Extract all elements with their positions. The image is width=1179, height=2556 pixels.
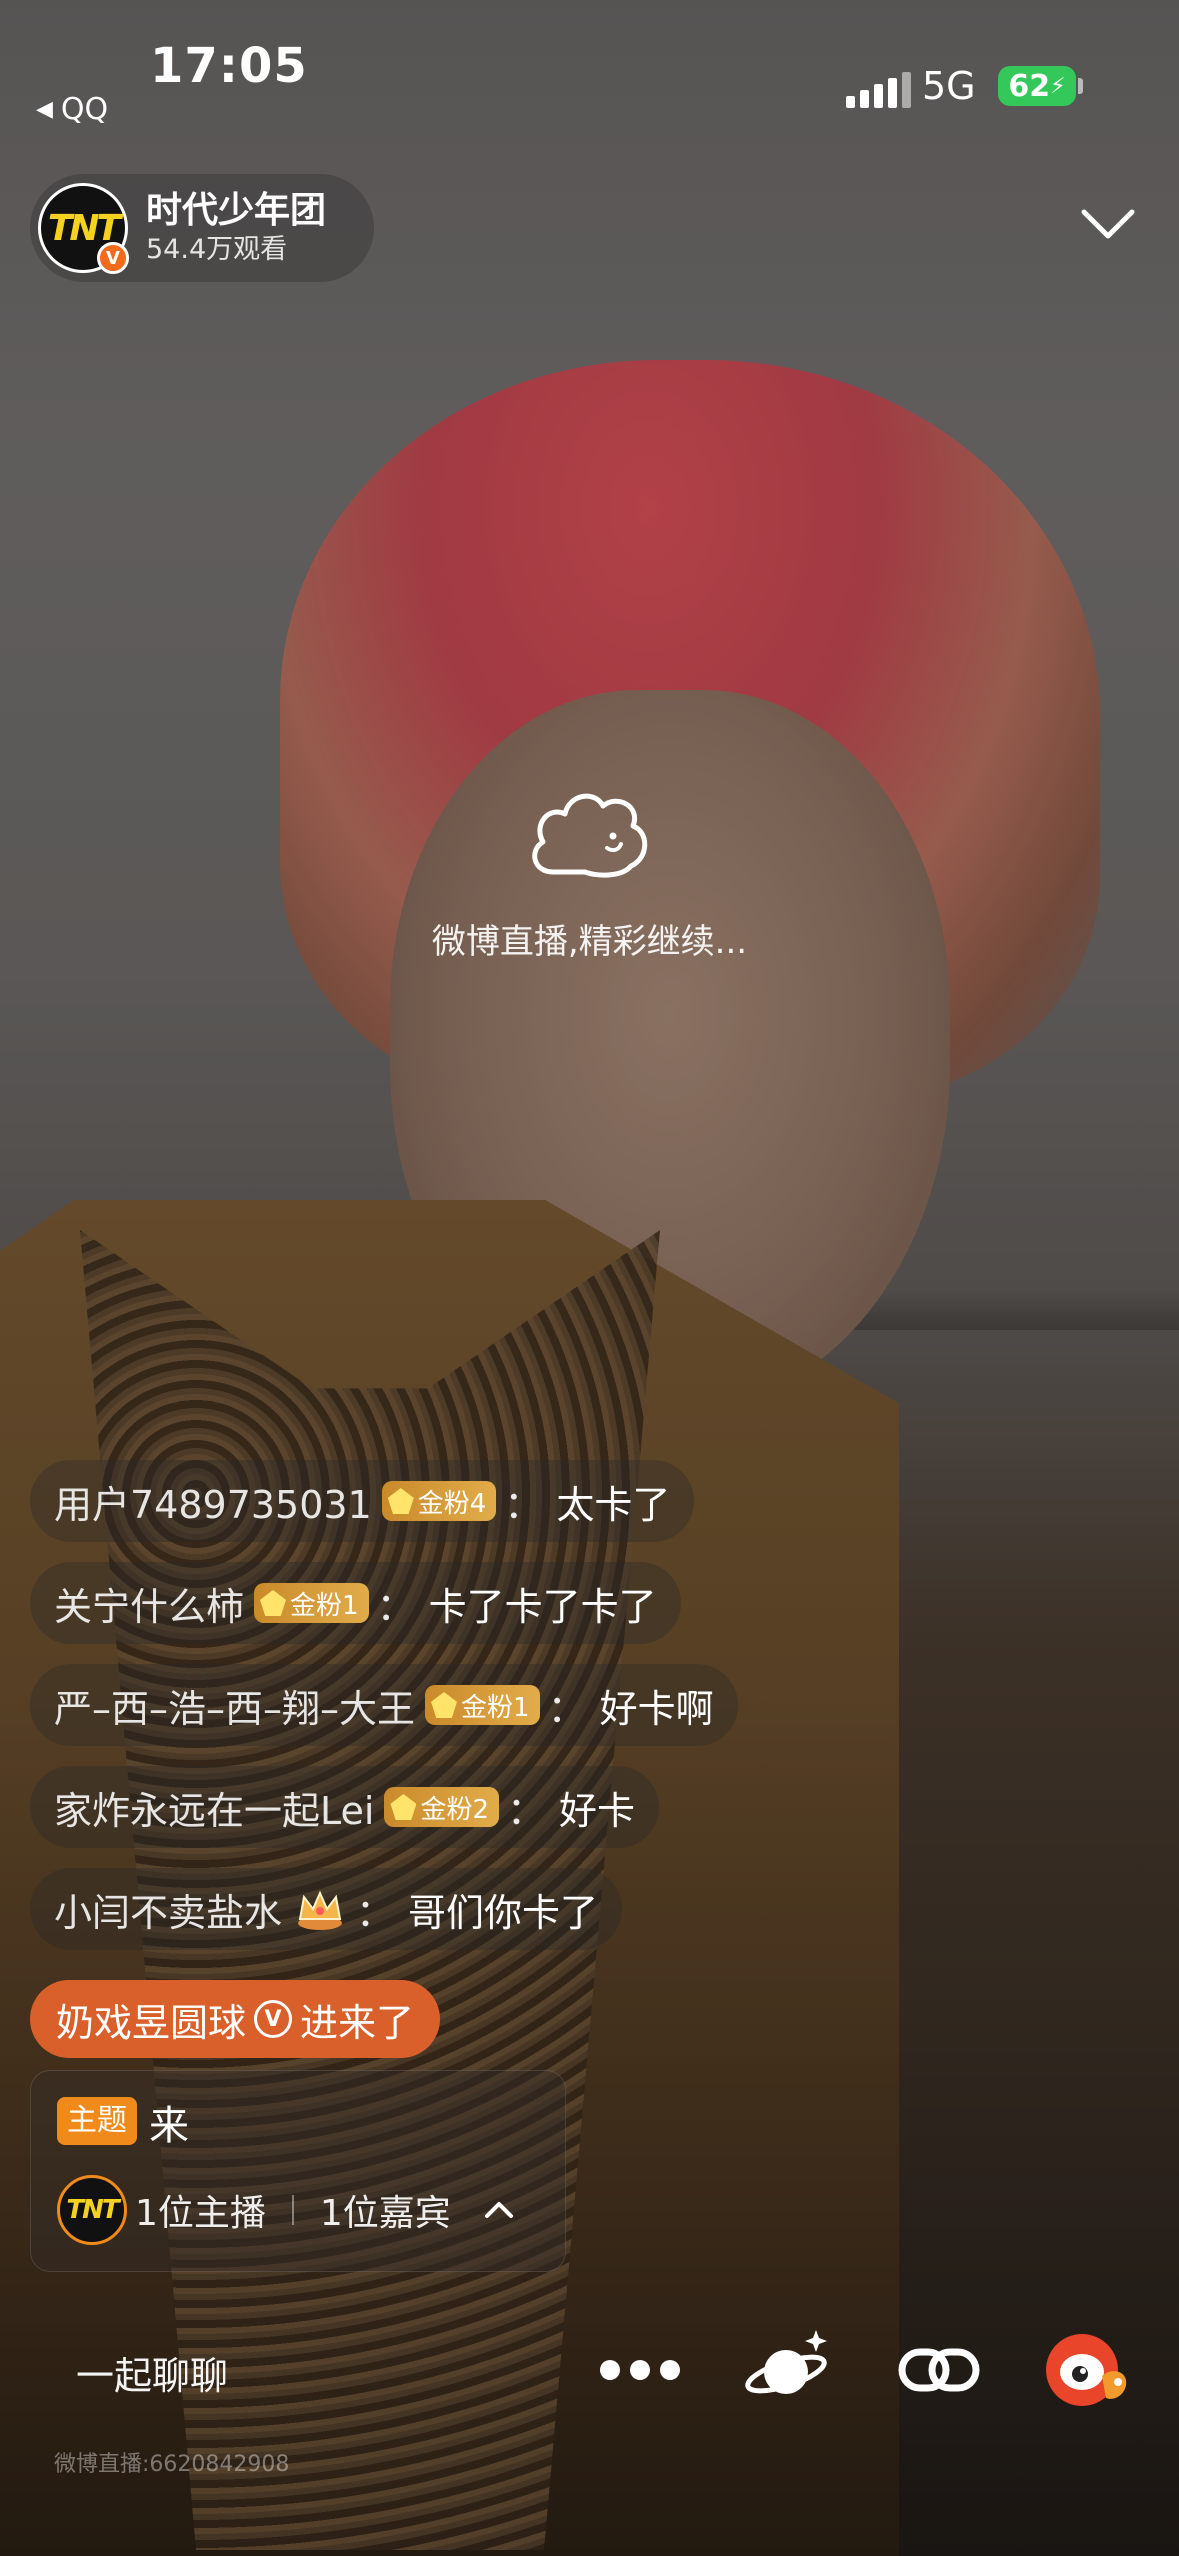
topic-card[interactable]: 主题 来 TNT 1位主播 1位嘉宾 — [30, 2070, 566, 2272]
chat-text: 好卡啊 — [599, 1686, 714, 1731]
chat-username[interactable]: 小闫不卖盐水 — [54, 1882, 282, 1937]
verified-badge-icon: V — [254, 2000, 293, 2038]
link-chain-icon[interactable] — [896, 2330, 982, 2410]
chat-username[interactable]: 严–西–浩–西–翔–大王 — [54, 1678, 415, 1733]
chat-colon: ： — [504, 1482, 543, 1527]
charging-bolt-icon: ⚡ — [1050, 73, 1066, 99]
back-triangle-icon: ◀ — [36, 97, 53, 122]
fan-level-label: 金粉4 — [417, 1488, 487, 1519]
fan-level-label: 金粉1 — [461, 1692, 530, 1723]
verified-badge-icon: V — [97, 242, 129, 274]
participants-row[interactable]: TNT 1位主播 1位嘉宾 — [57, 2175, 517, 2245]
fan-level-label: 金粉2 — [420, 1794, 489, 1825]
crown-icon — [298, 1890, 343, 1930]
guest-count: 1位嘉宾 — [319, 2193, 451, 2234]
chat-message[interactable]: 关宁什么柿 金粉1 ： 卡了卡了卡了 — [30, 1562, 681, 1644]
chat-username[interactable]: 关宁什么柿 — [54, 1576, 244, 1631]
host-view-count: 54.4万观看 — [146, 234, 288, 265]
chat-message[interactable]: 小闫不卖盐水 ： 哥们你卡了 — [30, 1868, 623, 1950]
chat-message[interactable]: 严–西–浩–西–翔–大王 金粉1 ： 好卡啊 — [30, 1664, 738, 1746]
chat-colon: ： — [547, 1686, 586, 1731]
collapse-chevron-icon[interactable] — [1078, 200, 1138, 250]
stream-continue-overlay: 微博直播,精彩继续... — [0, 780, 1179, 963]
room-id: 微博直播:6620842908 — [54, 2452, 290, 2477]
battery-indicator: 62 ⚡ — [998, 66, 1076, 106]
topic-text: 来 — [149, 2103, 189, 2149]
network-type: 5G — [922, 64, 976, 108]
host-mini-avatar[interactable]: TNT — [57, 2175, 127, 2245]
more-icon[interactable] — [600, 2350, 680, 2390]
planet-sparkle-icon[interactable] — [744, 2322, 834, 2412]
stream-continue-text: 微博直播,精彩继续... — [431, 922, 748, 962]
chat-text: 好卡 — [559, 1788, 636, 1833]
topic-tag: 主题 — [57, 2097, 137, 2145]
chevron-up-icon[interactable] — [481, 2192, 517, 2228]
chat-colon: ： — [356, 1890, 395, 1935]
chat-colon: ： — [507, 1788, 546, 1833]
battery-level: 62 — [1008, 68, 1051, 104]
weibo-cloud-icon — [531, 793, 647, 878]
gem-icon — [431, 1692, 458, 1718]
host-count: 1位主播 — [135, 2193, 266, 2234]
chat-text: 太卡了 — [556, 1482, 671, 1527]
chat-message[interactable]: 用户7489735031 金粉4 ： 太卡了 — [30, 1460, 695, 1542]
host-info-pill[interactable]: TNT V 时代少年团 54.4万观看 — [30, 174, 374, 282]
chat-text: 卡了卡了卡了 — [428, 1584, 657, 1629]
chat-colon: ： — [376, 1584, 415, 1629]
host-avatar[interactable]: TNT V — [38, 183, 129, 274]
chat-message[interactable]: 家炸永远在一起Lei 金粉2 ： 好卡 — [30, 1766, 660, 1848]
fan-level-badge: 金粉4 — [381, 1481, 497, 1521]
back-app-label: QQ — [60, 92, 109, 127]
entered-action-text: 进来了 — [300, 2000, 415, 2045]
status-time: 17:05 — [150, 38, 308, 94]
fan-level-badge: 金粉1 — [425, 1685, 540, 1725]
chat-together-button[interactable]: 一起聊聊 — [76, 2345, 228, 2400]
user-entered-notice[interactable]: 奶戏昱圆球 V 进来了 — [30, 1980, 441, 2058]
fan-level-label: 金粉1 — [290, 1590, 359, 1621]
fan-level-badge: 金粉2 — [384, 1787, 499, 1827]
chat-list[interactable]: 用户7489735031 金粉4 ： 太卡了 关宁什么柿 金粉1 ： 卡了卡了卡… — [30, 1460, 1030, 1970]
weibo-gift-icon[interactable] — [1040, 2324, 1136, 2414]
gem-icon — [260, 1590, 287, 1616]
gem-icon — [390, 1794, 417, 1820]
fan-level-badge: 金粉1 — [254, 1583, 369, 1623]
gem-icon — [387, 1488, 414, 1514]
chat-text: 哥们你卡了 — [408, 1890, 599, 1935]
chat-username[interactable]: 家炸永远在一起Lei — [54, 1780, 374, 1835]
entered-username[interactable]: 奶戏昱圆球 — [56, 1992, 246, 2047]
back-to-app-button[interactable]: ◀ QQ — [36, 92, 108, 127]
chat-username[interactable]: 用户7489735031 — [54, 1474, 372, 1529]
battery-nub — [1078, 78, 1083, 94]
divider — [291, 2195, 294, 2225]
cellular-signal-icon — [846, 72, 911, 108]
host-name: 时代少年团 — [146, 190, 327, 231]
mini-avatar-logo: TNT — [66, 2195, 119, 2225]
